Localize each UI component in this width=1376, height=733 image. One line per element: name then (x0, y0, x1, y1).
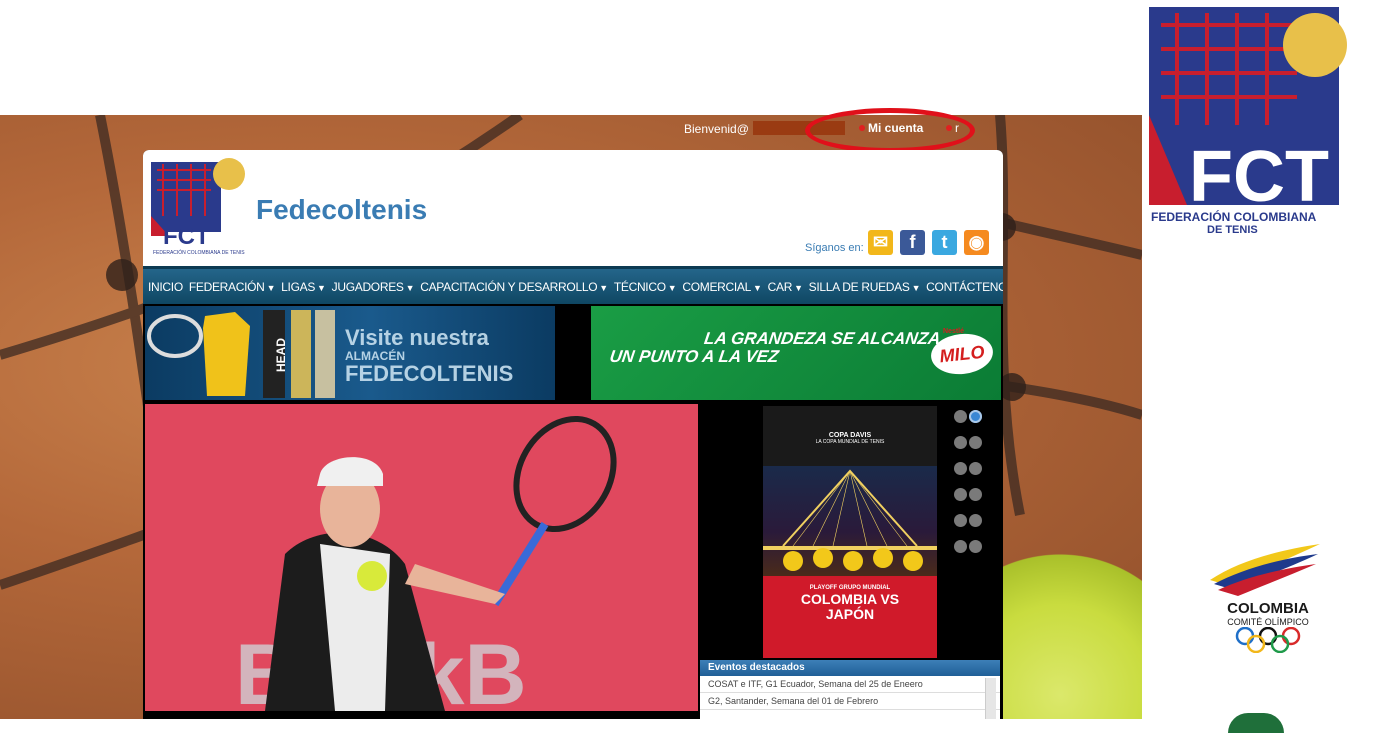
main-panel: FCT FEDERACIÓN COLOMBIANA DE TENIS Fedec… (143, 150, 1003, 719)
slider-dot[interactable] (954, 410, 967, 423)
store-products-image: HEAD (147, 310, 335, 398)
slider-dot[interactable] (954, 462, 967, 475)
slider-dot[interactable] (954, 540, 967, 553)
partner-logo-partial (1228, 713, 1284, 733)
events-scrollbar[interactable] (985, 678, 996, 719)
svg-text:DE TENIS: DE TENIS (1207, 224, 1258, 235)
davis-cup-title: COPA DAVIS LA COPA MUNDIAL DE TENIS (815, 432, 885, 445)
nav-ligas[interactable]: LIGAS ▼ (278, 280, 328, 294)
nav-jugadores[interactable]: JUGADORES ▼ (329, 280, 418, 294)
facebook-icon[interactable]: f (900, 230, 925, 255)
slider-dot[interactable] (954, 514, 967, 527)
nav-car[interactable]: CAR ▼ (765, 280, 806, 294)
nav-federacion[interactable]: FEDERACIÓN ▼ (186, 280, 278, 294)
nav-tecnico[interactable]: TÉCNICO ▼ (611, 280, 680, 294)
nav-inicio[interactable]: INICIO (145, 280, 186, 294)
follow-label: Síganos en: (805, 242, 864, 254)
fct-logo[interactable]: FCT FEDERACIÓN COLOMBIANA DE TENIS (149, 156, 249, 260)
caret-down-icon: ▼ (753, 282, 762, 293)
main-nav: INICIO FEDERACIÓN ▼ LIGAS ▼ JUGADORES ▼ CAP… (143, 266, 1003, 304)
milo-slogan: LA GRANDEZA SE ALCANZA UN PUNTO A LA VEZ (608, 329, 942, 366)
nav-silla-de-ruedas[interactable]: SILLA DE RUEDAS ▼ (806, 280, 924, 294)
milo-banner[interactable]: LA GRANDEZA SE ALCANZA UN PUNTO A LA VEZ… (591, 306, 1001, 400)
store-banner[interactable]: HEAD Visite nuestra ALMACÉN FEDECOLTENIS (145, 306, 555, 400)
twitter-icon[interactable]: t (932, 230, 957, 255)
slider-dot[interactable] (954, 488, 967, 501)
mail-icon[interactable]: ✉ (868, 230, 893, 255)
slider-dot-active[interactable] (969, 410, 982, 423)
caret-down-icon: ▼ (794, 282, 803, 293)
featured-photo[interactable]: BlackB (145, 404, 698, 711)
bridge-image (763, 466, 937, 576)
slider-dot[interactable] (969, 462, 982, 475)
svg-text:FEDERACIÓN COLOMBIANA DE TENIS: FEDERACIÓN COLOMBIANA DE TENIS (153, 249, 245, 256)
caret-down-icon: ▼ (599, 282, 608, 293)
davis-cup-poster[interactable]: COPA DAVIS LA COPA MUNDIAL DE TENIS PLAY… (763, 406, 937, 658)
highlight-annotation (805, 108, 975, 153)
fct-side-logo[interactable]: FCT FEDERACIÓN COLOMBIANA DE TENIS (1147, 5, 1347, 235)
caret-down-icon: ▼ (911, 282, 921, 293)
svg-text:HEAD: HEAD (274, 338, 288, 372)
store-banner-text: Visite nuestra ALMACÉN FEDECOLTENIS (345, 325, 514, 386)
svg-text:FCT: FCT (163, 223, 210, 250)
poster-match-text: PLAYOFF GRUPO MUNDIAL COLOMBIA VS JAPÓN (800, 585, 900, 622)
rss-icon[interactable]: ◉ (964, 230, 989, 255)
site-name[interactable]: Fedecoltenis (256, 194, 427, 226)
nestle-logo: Nestlé (943, 328, 965, 335)
svg-text:FEDERACIÓN COLOMBIANA: FEDERACIÓN COLOMBIANA (1151, 209, 1317, 224)
olympic-rings-icon (1235, 626, 1301, 654)
caret-down-icon: ▼ (667, 282, 677, 293)
event-item[interactable]: COSAT e ITF, G1 Ecuador, Semana del 25 d… (700, 676, 1000, 693)
slider-dot[interactable] (969, 514, 982, 527)
olympic-committee-logo[interactable] (1200, 540, 1330, 600)
caret-down-icon: ▼ (317, 282, 326, 293)
featured-events-box: Eventos destacados COSAT e ITF, G1 Ecuad… (700, 660, 1000, 719)
slider-pagination (954, 410, 990, 566)
tennis-player-image: BlackB (235, 415, 617, 711)
event-item[interactable]: G2, Santander, Semana del 01 de Febrero (700, 693, 1000, 710)
events-title: Eventos destacados (700, 660, 1000, 676)
slider-dot[interactable] (969, 540, 982, 553)
nav-comercial[interactable]: COMERCIAL ▼ (679, 280, 764, 294)
site-header: FCT FEDERACIÓN COLOMBIANA DE TENIS Fedec… (143, 150, 1003, 266)
slider-dot[interactable] (954, 436, 967, 449)
olympic-committee-text: COLOMBIA COMITÉ OLÍMPICO (1212, 600, 1324, 658)
caret-down-icon: ▼ (405, 282, 415, 293)
slider-dot[interactable] (969, 488, 982, 501)
nav-contactenos[interactable]: CONTÁCTENOS (923, 280, 1003, 294)
caret-down-icon: ▼ (266, 282, 276, 293)
slider-dot[interactable] (969, 436, 982, 449)
nav-capacitacion[interactable]: CAPACITACIÓN Y DESARROLLO ▼ (417, 280, 611, 294)
